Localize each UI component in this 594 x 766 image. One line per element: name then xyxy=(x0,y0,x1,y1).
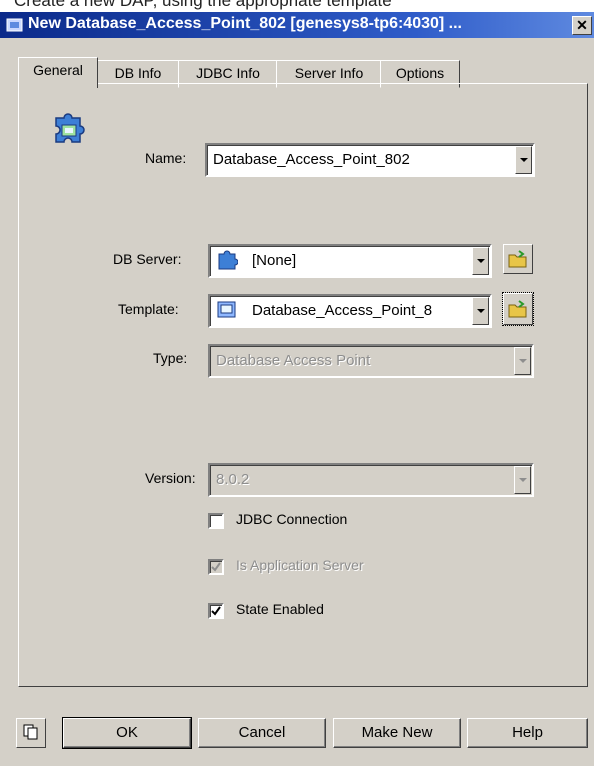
page-caption: Create a new DAP, using the appropriate … xyxy=(14,0,392,10)
chevron-down-icon xyxy=(477,259,485,263)
close-icon[interactable]: ✕ xyxy=(572,16,592,35)
puzzle-icon xyxy=(218,250,238,270)
state-enabled-label: State Enabled xyxy=(236,601,324,617)
dap-object-icon xyxy=(55,113,85,143)
chevron-down-icon xyxy=(519,359,527,363)
folder-browse-icon xyxy=(508,300,527,318)
version-dropdown-button[interactable] xyxy=(514,466,531,494)
check-mark-icon xyxy=(211,562,221,572)
ok-button[interactable]: OK xyxy=(62,717,192,749)
name-value: Database_Access_Point_802 xyxy=(213,151,410,168)
check-mark-icon xyxy=(211,606,221,616)
make-new-button[interactable]: Make New xyxy=(333,718,461,748)
db-server-select[interactable]: [None] xyxy=(208,244,492,278)
cancel-button[interactable]: Cancel xyxy=(198,718,326,748)
db-server-dropdown-button[interactable] xyxy=(472,247,489,275)
template-select[interactable]: Database_Access_Point_8 xyxy=(208,294,492,328)
copy-icon xyxy=(23,724,38,740)
folder-browse-icon xyxy=(508,250,527,268)
name-dropdown-button[interactable] xyxy=(515,146,532,174)
template-dropdown-button[interactable] xyxy=(472,297,489,325)
db-server-value: [None] xyxy=(252,252,297,269)
app-icon xyxy=(6,18,23,32)
type-label: Type: xyxy=(153,350,188,366)
db-server-browse-button[interactable] xyxy=(503,244,533,274)
page-caption-strip: Create a new DAP, using the appropriate … xyxy=(0,0,594,12)
copy-button[interactable] xyxy=(16,718,46,748)
chevron-down-icon xyxy=(519,478,527,482)
help-button[interactable]: Help xyxy=(467,718,588,748)
is-application-server-checkbox[interactable] xyxy=(208,559,224,575)
template-value: Database_Access_Point_8 xyxy=(252,302,433,319)
template-label: Template: xyxy=(118,301,179,317)
version-select[interactable]: 8.0.2 xyxy=(208,463,534,497)
tab-label: DB Info xyxy=(114,65,162,81)
jdbc-connection-label: JDBC Connection xyxy=(236,511,348,527)
template-browse-button[interactable] xyxy=(502,292,534,326)
is-application-server-label: Is Application Server xyxy=(236,557,364,573)
tab-label: Options xyxy=(395,65,445,81)
chevron-down-icon xyxy=(477,309,485,313)
version-value: 8.0.2 xyxy=(216,471,250,488)
name-input[interactable]: Database_Access_Point_802 xyxy=(205,143,535,177)
type-value: Database Access Point xyxy=(216,352,371,369)
window-title: New Database_Access_Point_802 [genesys8-… xyxy=(28,15,462,32)
tab-label: Server Info xyxy=(294,65,364,81)
type-select[interactable]: Database Access Point xyxy=(208,344,534,378)
name-label: Name: xyxy=(145,150,187,166)
tab-label: JDBC Info xyxy=(196,65,260,81)
type-dropdown-button[interactable] xyxy=(514,347,531,375)
template-icon xyxy=(217,301,236,318)
tab-general[interactable]: General xyxy=(18,57,98,88)
version-label: Version: xyxy=(145,470,196,486)
jdbc-connection-checkbox[interactable] xyxy=(208,513,224,529)
title-bar[interactable]: New Database_Access_Point_802 [genesys8-… xyxy=(0,12,594,38)
db-server-label: DB Server: xyxy=(113,251,182,267)
chevron-down-icon xyxy=(520,158,528,162)
state-enabled-checkbox[interactable] xyxy=(208,603,224,619)
tab-label: General xyxy=(33,62,83,78)
